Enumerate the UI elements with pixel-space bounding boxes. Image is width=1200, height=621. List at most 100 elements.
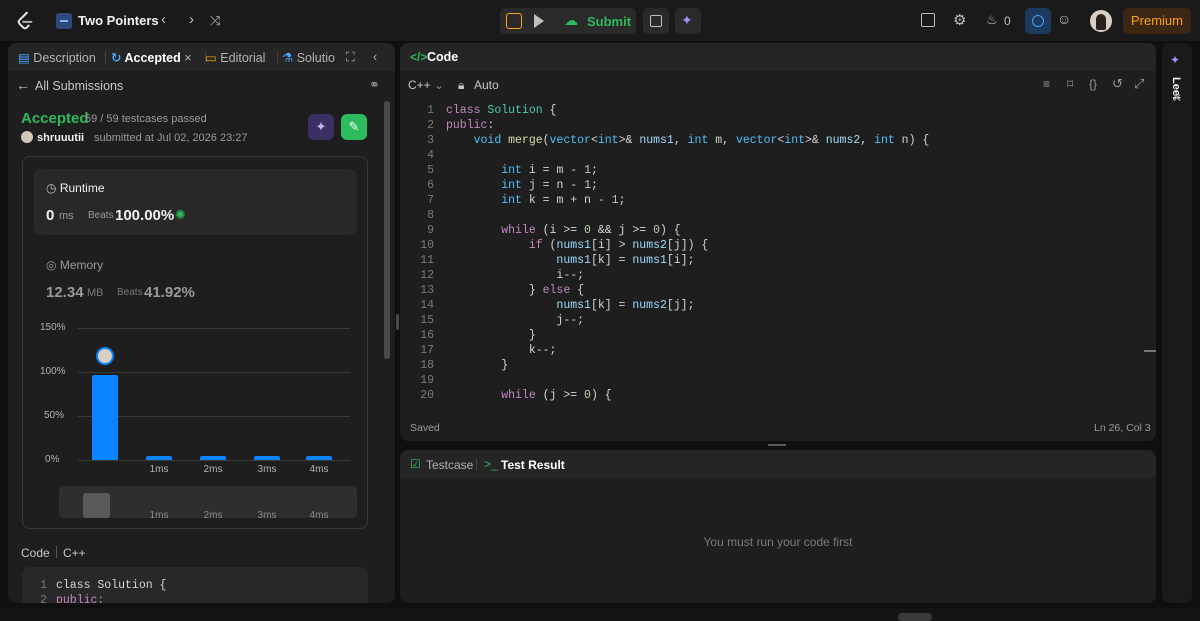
code-line[interactable]: 7 int k = m + n - 1;	[400, 194, 1140, 209]
maximize-icon[interactable]: ⛶	[346, 50, 355, 65]
test-result-panel: ☑ Testcase >_ Test Result You must run y…	[400, 450, 1156, 603]
bookmark-icon[interactable]: ⌑	[1067, 77, 1073, 91]
line-number: 8	[427, 209, 434, 222]
add-friend-icon[interactable]: ☺	[1057, 11, 1071, 27]
memory-label[interactable]: ◎ Memory	[46, 258, 103, 272]
all-submissions-link[interactable]: All Submissions	[35, 79, 123, 93]
share-link-icon[interactable]: ⚭	[369, 77, 380, 93]
editor-title[interactable]: Code	[427, 50, 458, 64]
chart-bar[interactable]	[92, 374, 118, 460]
line-text: while (i >= 0 && j >= 0) {	[501, 224, 681, 237]
reset-icon[interactable]: ↺	[1112, 76, 1123, 92]
horizontal-splitter[interactable]	[768, 444, 786, 446]
top-nav-bar: Two Pointers ‹ › ⤨ ☁ Submit ✦ ⚙ ♨ 0 ☺ Pr…	[0, 0, 1200, 42]
vertical-splitter[interactable]	[396, 314, 399, 330]
ai-analyze-icon[interactable]: ✦	[308, 114, 334, 140]
code-line[interactable]: 19	[400, 374, 1140, 389]
chart-bar[interactable]	[146, 456, 172, 460]
left-scrollbar[interactable]	[384, 101, 390, 359]
tab-test-result[interactable]: Test Result	[501, 458, 565, 472]
line-text: j--;	[446, 314, 585, 327]
code-section-label: Code	[21, 546, 50, 560]
premium-button[interactable]: Premium	[1123, 8, 1191, 34]
chart-bar[interactable]	[306, 456, 332, 460]
chart-y-tick: 150%	[40, 322, 66, 333]
code-area[interactable]: 1 class Solution {2 public: 3 void merge(ve…	[400, 104, 1140, 409]
code-line[interactable]: 18 }	[400, 359, 1140, 374]
line-number: 4	[427, 149, 434, 162]
problem-list-icon[interactable]	[56, 13, 72, 29]
chart-x-tick: 4ms	[309, 464, 329, 475]
taskbar-strip	[0, 608, 1200, 621]
submit-button[interactable]: ☁ Submit	[558, 8, 636, 34]
fullscreen-icon[interactable]: ⤢	[1134, 76, 1144, 92]
chart-bar[interactable]	[254, 456, 280, 460]
code-line[interactable]: 14 nums1[k] = nums2[j];	[400, 299, 1140, 314]
leetcode-logo-icon[interactable]	[14, 10, 36, 32]
tab-description[interactable]: ▤ Description	[18, 50, 96, 65]
auto-mode[interactable]: Auto	[474, 78, 499, 92]
snippet-line-1: class Solution {	[56, 579, 167, 592]
code-line[interactable]: 13 } else {	[400, 284, 1140, 299]
chart-bar[interactable]	[200, 456, 226, 460]
user-avatar[interactable]	[1090, 10, 1112, 32]
settings-gear-icon[interactable]: ⚙	[953, 11, 966, 29]
shuffle-icon[interactable]: ⤨	[210, 13, 220, 29]
language-select[interactable]: C++ ⌄	[408, 78, 444, 92]
layout-icon[interactable]	[921, 13, 935, 27]
code-lang-label: C++	[63, 546, 86, 560]
chart-gridline	[78, 328, 350, 329]
code-line[interactable]: 17 k--;	[400, 344, 1140, 359]
tab-editorial[interactable]: ▭ Editorial	[205, 50, 265, 65]
line-number: 5	[427, 164, 434, 177]
notes-icon[interactable]	[643, 8, 669, 34]
back-arrow-icon[interactable]: ←	[16, 77, 30, 93]
code-line[interactable]: 15 j--;	[400, 314, 1140, 329]
side-sparkle-icon[interactable]: ✦	[1170, 53, 1180, 67]
ai-sparkle-icon[interactable]: ✦	[675, 8, 701, 34]
next-problem-icon[interactable]: ›	[189, 11, 194, 28]
range-handle[interactable]	[83, 493, 110, 518]
runtime-card[interactable]: ◷ Runtime 0 ms Beats 100.00% ✺	[34, 169, 357, 235]
debug-icon[interactable]	[506, 13, 522, 29]
prev-problem-icon[interactable]: ‹	[161, 11, 166, 28]
tab-testcase[interactable]: Testcase	[426, 458, 473, 472]
streak-count: 0	[1004, 14, 1011, 28]
side-close-icon[interactable]: ✕	[1172, 91, 1182, 105]
code-line[interactable]: 2 public:	[400, 119, 1140, 134]
left-tab-bar: ▤ Description ↻ Accepted × ▭ Editorial ⚗…	[8, 43, 395, 71]
code-line[interactable]: 8	[400, 209, 1140, 224]
code-line[interactable]: 4	[400, 149, 1140, 164]
code-line[interactable]: 10 if (nums1[i] > nums2[j]) {	[400, 239, 1140, 254]
code-line[interactable]: 5 int i = m - 1;	[400, 164, 1140, 179]
tab-accepted[interactable]: ↻ Accepted ×	[111, 50, 192, 65]
code-line[interactable]: 3 void merge(vector<int>& nums1, int m, …	[400, 134, 1140, 149]
streak-flame-icon[interactable]: ♨	[986, 12, 998, 28]
format-icon[interactable]: ≡	[1043, 77, 1050, 91]
code-line[interactable]: 20 while (j >= 0) {	[400, 389, 1140, 404]
runtime-distribution-chart	[0, 0, 1, 1]
line-number: 10	[420, 239, 434, 252]
code-line[interactable]: 9 while (i >= 0 && j >= 0) {	[400, 224, 1140, 239]
code-line[interactable]: 6 int j = n - 1;	[400, 179, 1140, 194]
submitter-name[interactable]: shruuutii	[37, 132, 84, 144]
line-text: i--;	[446, 269, 585, 282]
edit-solution-icon[interactable]: ✎	[341, 114, 367, 140]
tab-solutions[interactable]: ⚗ Solutio	[282, 50, 335, 65]
saved-status: Saved	[410, 422, 440, 434]
run-submit-group: ☁ Submit	[500, 8, 636, 34]
run-icon[interactable]	[534, 14, 544, 28]
timer-icon[interactable]	[1025, 8, 1051, 34]
line-number: 11	[420, 254, 434, 267]
problem-list-title[interactable]: Two Pointers	[78, 13, 159, 28]
mini-x-tick: 2ms	[203, 510, 223, 521]
code-line[interactable]: 1 class Solution {	[400, 104, 1140, 119]
code-line[interactable]: 16 }	[400, 329, 1140, 344]
code-snippet: 1 class Solution { 2 public:	[22, 567, 368, 603]
braces-icon[interactable]: {}	[1089, 77, 1097, 91]
line-number: 7	[427, 194, 434, 207]
code-line[interactable]: 12 i--;	[400, 269, 1140, 284]
collapse-icon[interactable]: ‹	[373, 50, 377, 64]
memory-beats-label: Beats	[117, 287, 143, 298]
code-line[interactable]: 11 nums1[k] = nums1[i];	[400, 254, 1140, 269]
